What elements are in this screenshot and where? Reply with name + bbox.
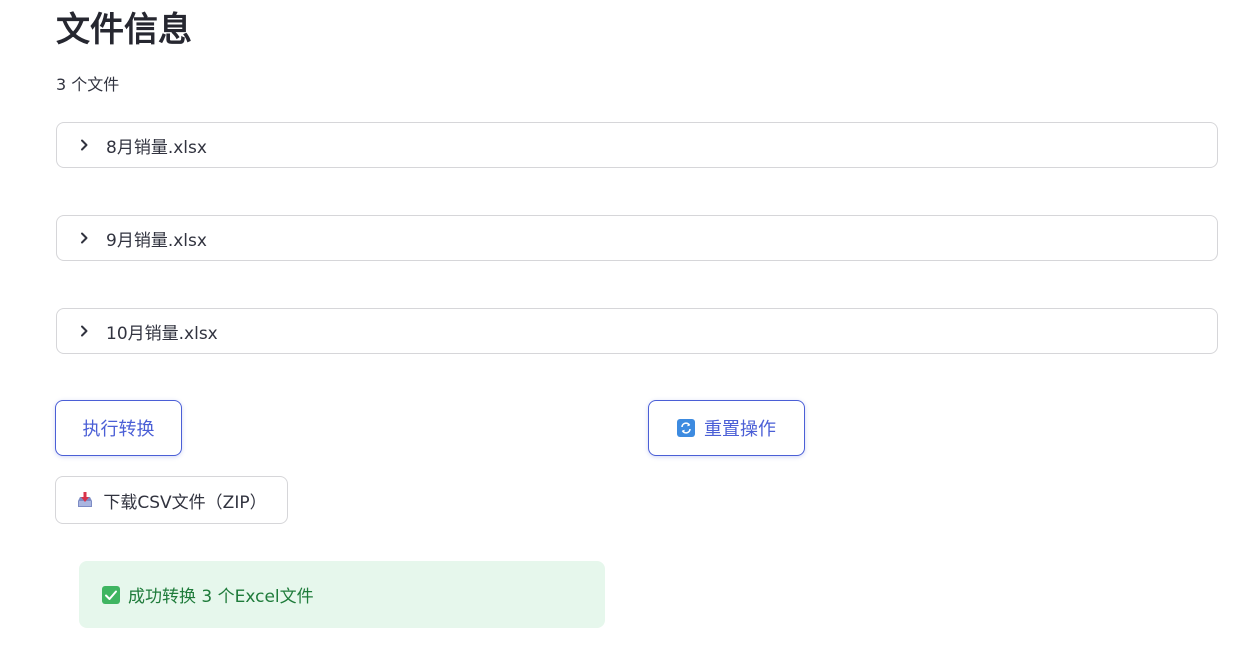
chevron-right-icon bbox=[76, 137, 92, 153]
file-expander-label: 10月销量.xlsx bbox=[106, 323, 218, 344]
convert-button[interactable]: 执行转换 bbox=[55, 400, 182, 456]
check-box-icon bbox=[102, 585, 120, 604]
file-expander-2[interactable]: 9月销量.xlsx bbox=[56, 215, 1218, 261]
file-expander-label: 9月销量.xlsx bbox=[106, 230, 207, 251]
success-alert: 成功转换 3 个Excel文件 bbox=[79, 561, 605, 628]
page: 文件信息 3 个文件 8月销量.xlsx 9月销量.xlsx 10月销量.xls… bbox=[0, 0, 1255, 658]
page-title: 文件信息 bbox=[56, 10, 192, 50]
download-csv-button[interactable]: 下载CSV文件（ZIP） bbox=[55, 476, 288, 524]
chevron-right-icon bbox=[76, 230, 92, 246]
download-csv-button-label: 下载CSV文件（ZIP） bbox=[103, 492, 267, 513]
success-alert-text: 成功转换 3 个Excel文件 bbox=[128, 587, 314, 607]
refresh-icon bbox=[677, 419, 695, 437]
reset-button[interactable]: 重置操作 bbox=[648, 400, 805, 456]
reset-button-label: 重置操作 bbox=[704, 419, 776, 440]
file-expander-label: 8月销量.xlsx bbox=[106, 137, 207, 158]
convert-button-label: 执行转换 bbox=[82, 419, 155, 440]
file-count-text: 3 个文件 bbox=[56, 75, 120, 94]
download-inbox-icon bbox=[76, 491, 94, 509]
chevron-right-icon bbox=[76, 323, 92, 339]
file-expander-3[interactable]: 10月销量.xlsx bbox=[56, 308, 1218, 354]
file-expander-1[interactable]: 8月销量.xlsx bbox=[56, 122, 1218, 168]
